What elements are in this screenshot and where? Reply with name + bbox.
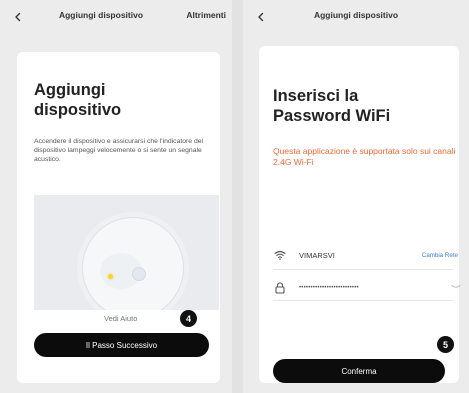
wifi-network-row: VIMARSVI Cambia Rete (273, 247, 461, 263)
step-badge: 5 (437, 336, 454, 353)
password-input[interactable]: •••••••••••••••••••••••••• (299, 285, 445, 291)
top-bar: Aggiungi dispositivo (243, 0, 469, 36)
screen-title: Aggiungi dispositivo (58, 10, 144, 20)
blinking-led-indicator (108, 274, 113, 279)
wifi-ssid: VIMARSVI (299, 250, 335, 260)
content-card: Inserisci la Password WiFi Questa applic… (259, 46, 461, 383)
field-divider (273, 300, 453, 301)
add-device-screen: Aggiungi dispositivo Altrimenti Aggiungi… (0, 0, 232, 393)
instruction-text: Accendere il dispositivo e assicurarsi c… (34, 138, 204, 163)
see-help-link[interactable]: Vedi Aiuto (104, 314, 137, 323)
lock-icon (273, 281, 287, 295)
content-card: Aggiungi dispositivo Accendere il dispos… (17, 52, 220, 383)
eye-icon[interactable] (445, 284, 461, 292)
confirm-button[interactable]: Conferma (273, 359, 445, 383)
top-bar: Aggiungi dispositivo Altrimenti (0, 0, 232, 36)
page-heading: Inserisci la Password WiFi (273, 87, 391, 125)
next-step-button[interactable]: Il Passo Successivo (34, 333, 209, 357)
wifi-icon (273, 248, 287, 262)
device-illustration (34, 195, 219, 310)
page-heading: Aggiungi dispositivo (34, 81, 122, 119)
wifi-password-screen: Aggiungi dispositivo Inserisci la Passwo… (243, 0, 469, 393)
password-field[interactable]: •••••••••••••••••••••••••• (273, 280, 461, 296)
step-badge: 4 (180, 310, 197, 327)
device-button (132, 267, 146, 281)
change-network-link[interactable]: Cambia Rete (422, 252, 458, 259)
other-method-link[interactable]: Altrimenti (186, 10, 226, 20)
field-divider (273, 269, 453, 270)
wifi-band-warning: Questa applicazione è supportata solo su… (273, 146, 456, 167)
screen-title: Aggiungi dispositivo (313, 10, 399, 20)
